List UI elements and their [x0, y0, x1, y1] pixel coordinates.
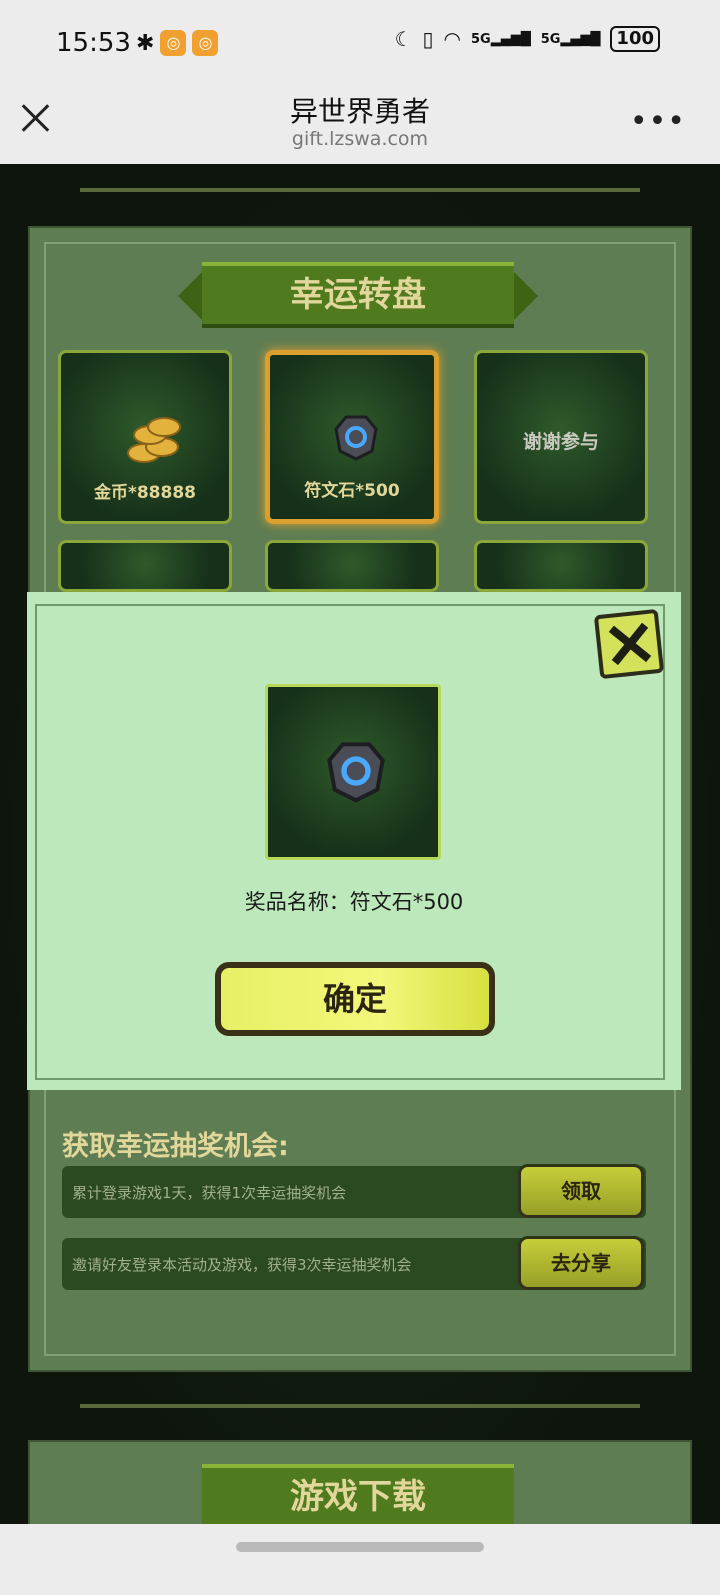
wifi-icon: ◠	[443, 27, 461, 51]
prize-tile-thanks: 谢谢参与	[474, 350, 648, 524]
gold-coins-icon	[123, 413, 181, 463]
status-time: 15:53	[56, 28, 131, 58]
app-notification-icon: ◎	[160, 30, 187, 56]
status-icons-right: ☾ ▯ ◠ 5G▂▄▆█ 5G▂▄▆█ 100	[395, 26, 660, 52]
task-row: 累计登录游戏1天，获得1次幸运抽奖机会 领取	[62, 1164, 646, 1218]
bluetooth-icon: ✱	[136, 30, 155, 56]
close-icon[interactable]	[593, 608, 665, 680]
page-url: gift.lzswa.com	[291, 128, 429, 150]
browser-header: 异世界勇者 gift.lzswa.com •••	[0, 88, 720, 164]
divider	[80, 1404, 640, 1408]
status-bar: 15:53 ✱ ◎ ◎ ☾ ▯ ◠ 5G▂▄▆█ 5G▂▄▆█ 100	[0, 0, 720, 88]
status-icons-left: ✱ ◎ ◎	[136, 30, 219, 56]
confirm-button[interactable]: 确定	[215, 962, 495, 1036]
prize-tile	[474, 540, 648, 592]
task-row: 邀请好友登录本活动及游戏，获得3次幸运抽奖机会 去分享	[62, 1236, 646, 1290]
prize-name: 奖品名称：符文石*500	[244, 890, 464, 914]
prize-dialog: 奖品名称：符文石*500 确定	[27, 592, 681, 1090]
prize-tile	[58, 540, 232, 592]
rune-stone-icon	[327, 742, 385, 803]
more-options-icon[interactable]: •••	[630, 104, 686, 139]
task-text: 累计登录游戏1天，获得1次幸运抽奖机会	[72, 1184, 347, 1202]
app-notification-icon: ◎	[192, 30, 219, 56]
moon-icon: ☾	[394, 27, 413, 51]
prize-tile	[265, 540, 439, 592]
rune-stone-icon	[334, 415, 378, 461]
download-title: 游戏下载	[202, 1464, 514, 1530]
share-button[interactable]: 去分享	[518, 1236, 644, 1290]
tasks-title: 获取幸运抽奖机会:	[62, 1131, 289, 1162]
prize-label: 谢谢参与	[522, 431, 599, 453]
divider	[80, 188, 640, 192]
signal-icon: 5G▂▄▆█	[540, 31, 601, 47]
system-nav-bar	[0, 1524, 720, 1595]
prize-tile-rune: 符文石*500	[265, 350, 439, 524]
signal-icon: 5G▂▄▆█	[470, 31, 531, 47]
prize-label: 金币*88888	[93, 483, 197, 503]
prize-image	[265, 684, 441, 860]
battery-icon: 100	[610, 26, 660, 52]
page-title: 异世界勇者	[289, 95, 430, 128]
vibrate-icon: ▯	[422, 27, 434, 51]
prize-tile-gold: 金币*88888	[58, 350, 232, 524]
prize-label: 符文石*500	[304, 481, 400, 501]
lucky-wheel-title: 幸运转盘	[178, 262, 538, 328]
claim-button[interactable]: 领取	[518, 1164, 644, 1218]
home-indicator[interactable]	[236, 1542, 484, 1552]
task-text: 邀请好友登录本活动及游戏，获得3次幸运抽奖机会	[72, 1256, 412, 1274]
